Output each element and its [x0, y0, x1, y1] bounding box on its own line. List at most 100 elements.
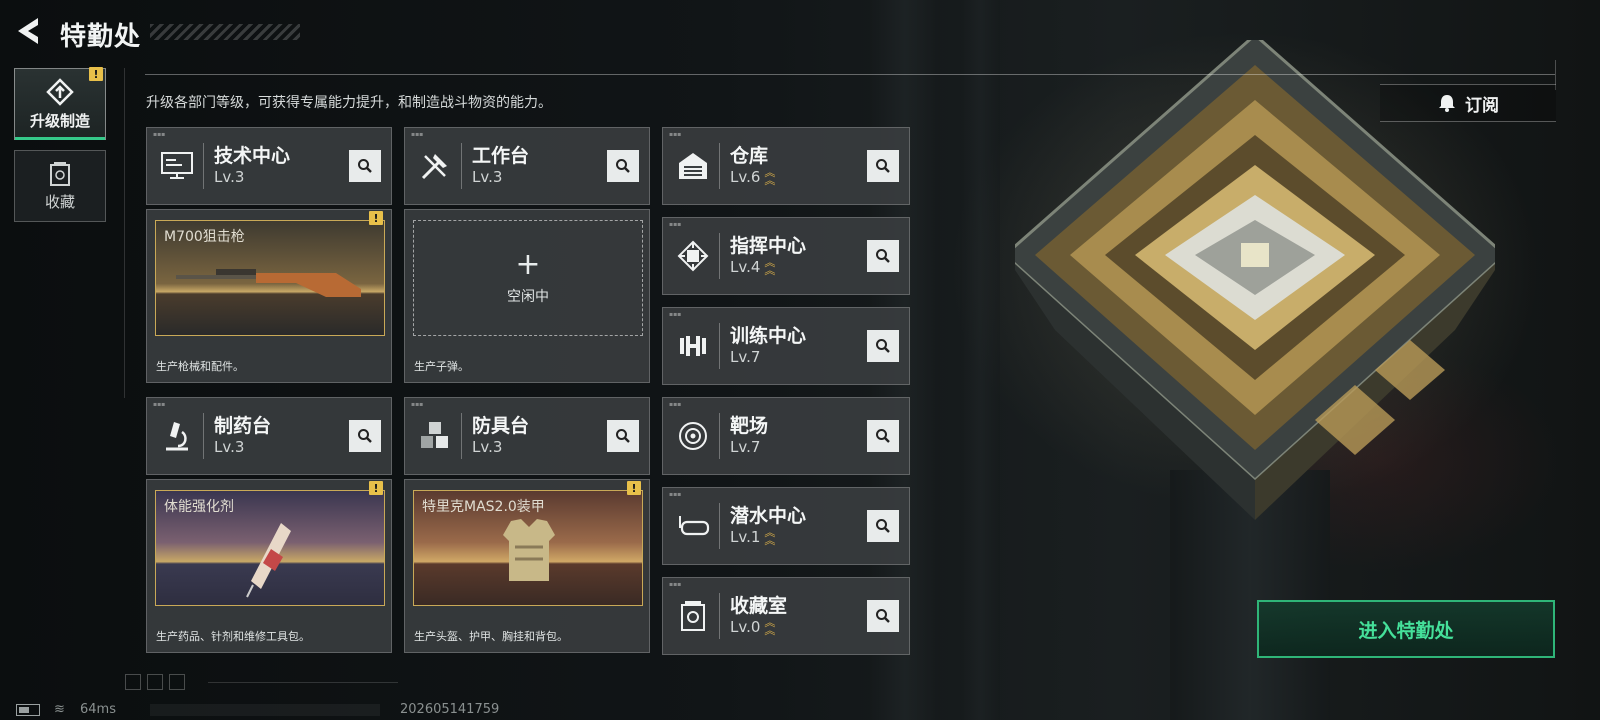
search-button[interactable]: [349, 420, 381, 452]
magnifier-icon: [876, 609, 890, 623]
bell-icon: [1439, 95, 1455, 112]
department-card-workbench[interactable]: ▪▪▪ 工作台 Lv.3: [404, 127, 650, 205]
page-description: 升级各部门等级，可获得专属能力提升，和制造战斗物资的能力。: [146, 95, 552, 111]
department-name: 仓库: [730, 145, 769, 167]
title-decoration: [150, 24, 300, 40]
nav-item-upgrade[interactable]: 升级制造 !: [14, 67, 106, 140]
card-decoration: ▪▪▪: [153, 131, 166, 138]
production-item-slot[interactable]: 特里克MAS2.0装甲: [413, 490, 643, 606]
divider: [124, 68, 125, 398]
production-item-slot[interactable]: M700狙击枪: [155, 220, 385, 336]
department-name: 技术中心: [214, 145, 291, 167]
nav-item-label: 升级制造: [29, 111, 90, 130]
magnifier-icon: [616, 429, 630, 443]
department-card-pharmacy[interactable]: ▪▪▪ 制药台 Lv.3: [146, 397, 392, 475]
monitor-icon: [157, 146, 197, 186]
card-decoration: ▪▪▪: [669, 311, 682, 318]
production-caption: 生产子弹。: [414, 360, 469, 373]
nav-item-label: 收藏: [44, 192, 75, 211]
target-icon: [673, 416, 713, 456]
department-level: Lv.7: [730, 348, 761, 366]
production-caption: 生产头盔、护甲、胸挂和背包。: [414, 630, 568, 643]
back-icon[interactable]: [14, 16, 44, 46]
department-level: Lv.3: [214, 438, 245, 456]
search-button[interactable]: [867, 420, 899, 452]
subscribe-label: 订阅: [1465, 95, 1499, 116]
page-title: 特勤处: [60, 22, 142, 52]
magnifier-icon: [358, 159, 372, 173]
department-name: 防具台: [472, 415, 530, 437]
microscope-icon: [157, 416, 197, 456]
search-button[interactable]: [607, 150, 639, 182]
nav-item-collection[interactable]: 收藏: [14, 150, 106, 222]
card-decoration: ▪▪▪: [669, 221, 682, 228]
subscribe-button[interactable]: 订阅: [1380, 84, 1556, 122]
ping-value: 64ms: [80, 702, 116, 717]
collection-room-icon: [673, 596, 713, 636]
card-decoration: ▪▪▪: [411, 401, 424, 408]
department-name: 训练中心: [730, 325, 807, 347]
divider: [208, 682, 398, 683]
department-card-command[interactable]: ▪▪▪ 指挥中心 Lv.4 ︽ ︽: [662, 217, 910, 295]
department-card-diving[interactable]: ▪▪▪ 潜水中心 Lv.1 ︽ ︽: [662, 487, 910, 565]
blurred-field: [150, 704, 380, 716]
production-panel-pharmacy[interactable]: 体能强化剂 ! 生产药品、针剂和维修工具包。: [146, 479, 392, 653]
status-bar: ≋ 64ms 202605141759: [0, 700, 1600, 720]
production-panel-workbench[interactable]: + 空闲中 生产子弹。: [404, 209, 650, 383]
magnifier-icon: [616, 159, 630, 173]
tools-icon: [415, 146, 455, 186]
search-button[interactable]: [867, 510, 899, 542]
enter-special-ops-button[interactable]: 进入特勤处: [1257, 600, 1555, 658]
magnifier-icon: [876, 249, 890, 263]
department-card-tech[interactable]: ▪▪▪ 技术中心 Lv.3: [146, 127, 392, 205]
department-level: Lv.0: [730, 618, 761, 636]
department-card-armor[interactable]: ▪▪▪ 防具台 Lv.3: [404, 397, 650, 475]
diving-mask-icon: [673, 506, 713, 546]
card-decoration: ▪▪▪: [669, 491, 682, 498]
department-card-collection-room[interactable]: ▪▪▪ 收藏室 Lv.0 ︽ ︽: [662, 577, 910, 655]
department-level: Lv.1: [730, 528, 761, 546]
left-nav: 升级制造 ! 收藏: [14, 67, 106, 232]
card-decoration: ▪▪▪: [411, 131, 424, 138]
department-name: 靶场: [730, 415, 769, 437]
department-level: Lv.6: [730, 168, 761, 186]
search-button[interactable]: [607, 420, 639, 452]
production-panel-armor[interactable]: 特里克MAS2.0装甲 ! 生产头盔、护甲、胸挂和背包。: [404, 479, 650, 653]
empty-slot[interactable]: + 空闲中: [413, 220, 643, 336]
department-level: Lv.7: [730, 438, 761, 456]
department-level: Lv.3: [472, 438, 503, 456]
search-button[interactable]: [867, 330, 899, 362]
card-decoration: ▪▪▪: [153, 401, 166, 408]
chip-icon: [673, 236, 713, 276]
corner-decoration: [125, 674, 185, 690]
upgrade-arrow-icon: ︽ ︽: [764, 526, 776, 547]
department-card-warehouse[interactable]: ▪▪▪ 仓库 Lv.6 ︽ ︽: [662, 127, 910, 205]
production-panel-tech[interactable]: M700狙击枪 ! 生产枪械和配件。: [146, 209, 392, 383]
collection-icon: [50, 161, 70, 186]
upgrade-icon: [46, 77, 74, 106]
item-name: M700狙击枪: [164, 229, 245, 245]
search-button[interactable]: [867, 600, 899, 632]
upgrade-arrow-icon: ︽ ︽: [764, 256, 776, 277]
search-button[interactable]: [867, 150, 899, 182]
production-item-slot[interactable]: 体能强化剂: [155, 490, 385, 606]
upgrade-arrow-icon: ︽ ︽: [764, 616, 776, 637]
department-card-training[interactable]: ▪▪▪ 训练中心 Lv.7: [662, 307, 910, 385]
syringe-icon: [246, 523, 291, 598]
department-name: 工作台: [472, 145, 530, 167]
alert-badge: !: [89, 67, 103, 81]
card-decoration: ▪▪▪: [669, 401, 682, 408]
build-number: 202605141759: [400, 702, 500, 717]
blocks-icon: [415, 416, 455, 456]
production-caption: 生产药品、针剂和维修工具包。: [156, 630, 310, 643]
item-name: 体能强化剂: [164, 499, 234, 515]
magnifier-icon: [876, 339, 890, 353]
background-pillar: [960, 0, 1000, 720]
department-level: Lv.4: [730, 258, 761, 276]
card-decoration: ▪▪▪: [669, 581, 682, 588]
card-decoration: ▪▪▪: [669, 131, 682, 138]
search-button[interactable]: [867, 240, 899, 272]
search-button[interactable]: [349, 150, 381, 182]
department-level: Lv.3: [214, 168, 245, 186]
department-card-range[interactable]: ▪▪▪ 靶场 Lv.7: [662, 397, 910, 475]
